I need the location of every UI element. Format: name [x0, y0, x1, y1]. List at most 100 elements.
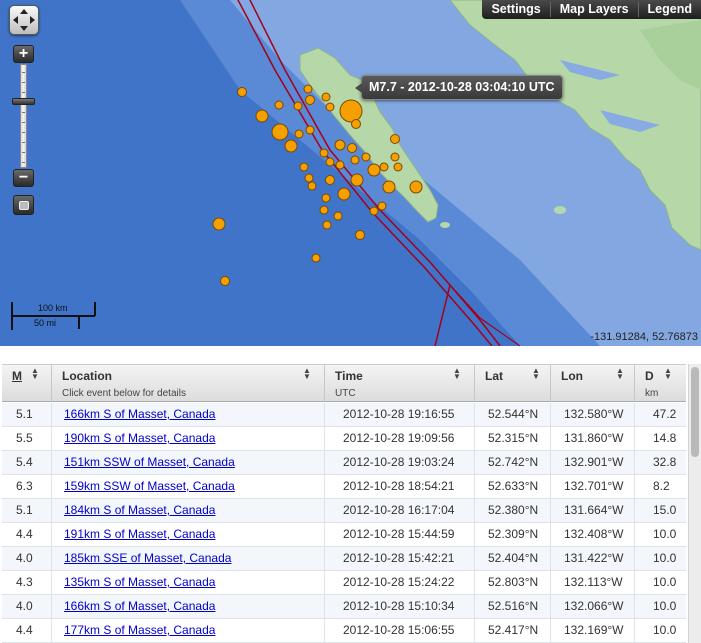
event-link[interactable]: 159km SSW of Masset, Canada	[64, 479, 235, 493]
column-header-lat[interactable]: Lat ▲ ▼	[475, 365, 551, 402]
column-header-lon[interactable]: Lon ▲ ▼	[551, 365, 635, 402]
zoom-tick	[22, 112, 25, 113]
cursor-coordinates: -131.91284, 52.76873	[590, 331, 698, 343]
map-layers-button[interactable]: Map Layers	[551, 0, 638, 19]
settings-button[interactable]: Settings	[482, 0, 549, 19]
lat-cell: 52.544°N	[475, 403, 551, 426]
magnitude-cell: 6.3	[2, 475, 52, 498]
time-cell: 2012-10-28 15:42:21	[325, 547, 475, 570]
lat-cell: 52.803°N	[475, 571, 551, 594]
table-row[interactable]: 4.4 177km S of Masset, Canada 2012-10-28…	[2, 619, 686, 643]
event-link[interactable]: 190km S of Masset, Canada	[64, 431, 215, 445]
lon-cell: 131.860°W	[551, 427, 635, 450]
column-sublabel: UTC	[335, 388, 356, 399]
event-link[interactable]: 166km S of Masset, Canada	[64, 599, 215, 613]
zoom-tick	[22, 132, 25, 133]
depth-cell: 10.0	[653, 623, 677, 637]
time-cell: 2012-10-28 19:16:55	[325, 403, 475, 426]
magnitude-cell: 4.3	[2, 571, 52, 594]
table-row[interactable]: 5.4 151km SSW of Masset, Canada 2012-10-…	[2, 451, 686, 475]
location-cell: 166km S of Masset, Canada	[52, 403, 325, 426]
map-toolbar: Settings Map Layers Legend	[482, 0, 701, 19]
table-row[interactable]: 4.3 135km S of Masset, Canada 2012-10-28…	[2, 571, 686, 595]
lon-cell: 132.113°W	[551, 571, 635, 594]
list-scrollbar[interactable]	[688, 364, 701, 643]
column-header-magnitude[interactable]: M ▲ ▼	[2, 365, 52, 402]
sort-arrows-icon: ▲ ▼	[616, 366, 624, 381]
lon-cell: 132.169°W	[551, 619, 635, 642]
magnitude-cell: 5.1	[2, 403, 52, 426]
table-row[interactable]: 5.1 184km S of Masset, Canada 2012-10-28…	[2, 499, 686, 523]
lat-cell: 52.417°N	[475, 619, 551, 642]
zoom-tick	[22, 72, 25, 73]
event-link[interactable]: 177km S of Masset, Canada	[64, 623, 215, 637]
lon-cell: 131.422°W	[551, 547, 635, 570]
lon-cell: 132.408°W	[551, 523, 635, 546]
zoom-tick	[22, 122, 25, 123]
column-header-depth[interactable]: D km ▲ ▼	[635, 365, 686, 402]
table-row[interactable]: 5.1 166km S of Masset, Canada 2012-10-28…	[2, 403, 686, 427]
event-link[interactable]: 135km S of Masset, Canada	[64, 575, 215, 589]
event-link[interactable]: 191km S of Masset, Canada	[64, 527, 215, 541]
map-view[interactable]: Settings Map Layers Legend + − M7.7 - 20…	[0, 0, 701, 346]
depth-cell: 47.2	[653, 407, 677, 421]
scale-tick	[94, 302, 96, 316]
location-cell: 135km S of Masset, Canada	[52, 571, 325, 594]
legend-button[interactable]: Legend	[639, 0, 701, 19]
time-cell: 2012-10-28 19:03:24	[325, 451, 475, 474]
zoom-in-button[interactable]: +	[13, 45, 34, 63]
scrollbar-thumb[interactable]	[691, 367, 699, 457]
magnitude-cell: 4.0	[2, 547, 52, 570]
location-cell: 191km S of Masset, Canada	[52, 523, 325, 546]
depth-cell: 8.2	[653, 479, 670, 493]
zoom-out-button[interactable]: −	[13, 169, 34, 187]
event-link[interactable]: 184km S of Masset, Canada	[64, 503, 215, 517]
pan-control[interactable]	[9, 5, 39, 35]
table-row[interactable]: 4.0 166km S of Masset, Canada 2012-10-28…	[2, 595, 686, 619]
time-cell: 2012-10-28 15:06:55	[325, 619, 475, 642]
time-cell: 2012-10-28 18:54:21	[325, 475, 475, 498]
lon-cell: 131.664°W	[551, 499, 635, 522]
scale-bar: 100 km 50 mi	[10, 299, 100, 331]
event-link[interactable]: 185km SSE of Masset, Canada	[64, 551, 231, 565]
zoom-tick	[22, 142, 25, 143]
lat-cell: 52.742°N	[475, 451, 551, 474]
zoom-tick	[22, 82, 25, 83]
column-label: Location	[62, 369, 112, 383]
zoom-tick	[22, 152, 25, 153]
zoom-tick	[22, 92, 25, 93]
event-link[interactable]: 166km S of Masset, Canada	[64, 407, 215, 421]
depth-cell: 32.8	[653, 455, 677, 469]
lat-cell: 52.404°N	[475, 547, 551, 570]
locate-button[interactable]	[13, 195, 34, 215]
table-row[interactable]: 6.3 159km SSW of Masset, Canada 2012-10-…	[2, 475, 686, 499]
magnitude-cell: 4.4	[2, 523, 52, 546]
map-basemap	[0, 0, 701, 346]
table-row[interactable]: 4.4 191km S of Masset, Canada 2012-10-28…	[2, 523, 686, 547]
column-label: M	[12, 369, 22, 383]
pan-arrows-icon	[13, 9, 35, 31]
sort-arrows-icon: ▲ ▼	[303, 366, 311, 381]
column-header-time[interactable]: Time UTC ▲ ▼	[325, 365, 475, 402]
zoom-tick	[22, 162, 25, 163]
location-cell: 159km SSW of Masset, Canada	[52, 475, 325, 498]
column-label: Lon	[561, 369, 583, 383]
column-header-location[interactable]: Location Click event below for details ▲…	[52, 365, 325, 402]
lon-cell: 132.901°W	[551, 451, 635, 474]
sort-arrows-icon: ▲ ▼	[664, 366, 672, 381]
magnitude-cell: 5.1	[2, 499, 52, 522]
zoom-slider-thumb[interactable]	[12, 98, 35, 105]
event-link[interactable]: 151km SSW of Masset, Canada	[64, 455, 235, 469]
event-table-header: M ▲ ▼ Location Click event below for deta…	[2, 364, 686, 402]
column-label: D	[645, 369, 654, 383]
time-cell: 2012-10-28 19:09:56	[325, 427, 475, 450]
table-row[interactable]: 4.0 185km SSE of Masset, Canada 2012-10-…	[2, 547, 686, 571]
table-row[interactable]: 5.5 190km S of Masset, Canada 2012-10-28…	[2, 427, 686, 451]
magnitude-cell: 4.4	[2, 619, 52, 642]
magnitude-cell: 4.0	[2, 595, 52, 618]
lon-cell: 132.580°W	[551, 403, 635, 426]
column-label: Time	[335, 369, 363, 383]
event-list: M ▲ ▼ Location Click event below for deta…	[0, 364, 701, 643]
location-cell: 166km S of Masset, Canada	[52, 595, 325, 618]
column-label: Lat	[485, 369, 503, 383]
